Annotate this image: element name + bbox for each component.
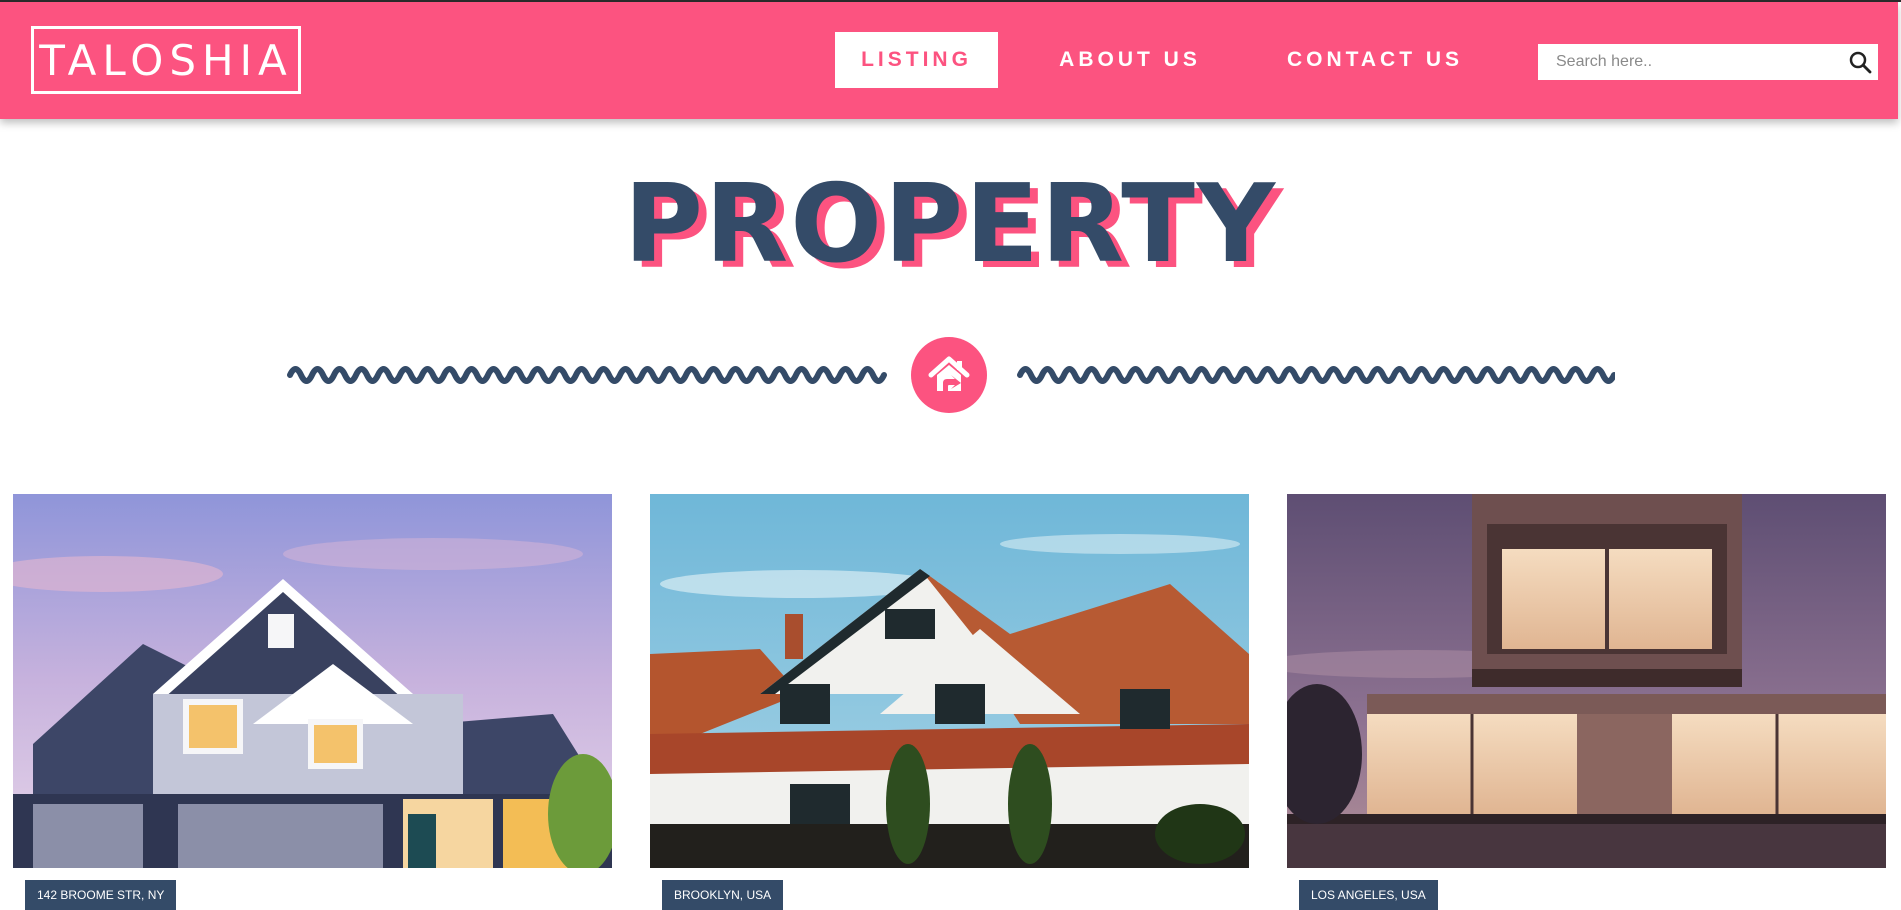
listing-card[interactable]: BROOKLYN, USA [650, 494, 1249, 910]
nav-link-about-us[interactable]: ABOUT US [1040, 32, 1220, 88]
search-input[interactable] [1538, 44, 1846, 80]
nav-link-listing[interactable]: LISTING [835, 32, 998, 88]
nav-link-contact-us[interactable]: CONTACT US [1270, 32, 1480, 88]
listing-photo[interactable] [650, 494, 1249, 868]
listing-card[interactable]: 142 BROOME STR, NY [13, 494, 612, 910]
listing-card[interactable]: LOS ANGELES, USA [1287, 494, 1886, 910]
listing-location-tag: BROOKLYN, USA [662, 880, 784, 910]
listing-photo[interactable] [13, 494, 612, 868]
brand-logo[interactable]: TALOSHIA [31, 26, 301, 94]
house-icon [928, 356, 970, 391]
search-icon[interactable] [1848, 50, 1872, 74]
listing-photo[interactable] [1287, 494, 1886, 868]
top-navbar: TALOSHIA LISTING ABOUT US CONTACT US [0, 2, 1898, 119]
listing-location-tag: 142 BROOME STR, NY [25, 880, 177, 910]
listing-location-tag: LOS ANGELES, USA [1299, 880, 1438, 910]
house-badge [911, 337, 987, 413]
page-title: PROPERTY [623, 162, 1278, 287]
search-box [1538, 44, 1878, 80]
